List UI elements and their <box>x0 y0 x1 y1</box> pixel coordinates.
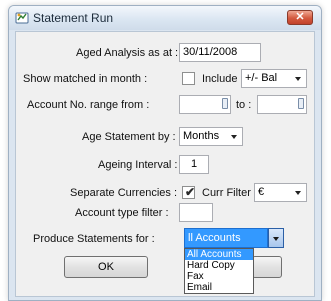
statement-run-dialog: Statement Run ✕ Aged Analysis as at : 30… <box>8 5 322 301</box>
dropdown-option-fax[interactable]: Fax <box>185 271 253 282</box>
statement-run-icon <box>15 12 29 24</box>
produce-statements-label: Produce Statements for : <box>33 233 155 245</box>
separate-currencies-checkbox[interactable]: ✔ <box>182 185 196 199</box>
include-select-value: +/- Bal <box>245 72 278 84</box>
account-range-from-lookup-icon[interactable] <box>222 98 228 109</box>
account-type-filter-field[interactable] <box>179 203 213 222</box>
include-label: Include : <box>202 73 244 85</box>
ageing-interval-label: Ageing Interval : <box>98 159 178 171</box>
dropdown-option-email[interactable]: Email <box>185 282 253 293</box>
cancel-button[interactable] <box>252 256 282 278</box>
chevron-down-icon <box>295 77 301 81</box>
account-type-filter-label: Account type filter : <box>75 207 169 219</box>
ageing-interval-field[interactable]: 1 <box>179 155 209 174</box>
age-statement-value: Months <box>183 130 220 142</box>
title-bar[interactable]: Statement Run ✕ <box>9 6 321 30</box>
aged-analysis-date-field[interactable]: 30/11/2008 <box>179 43 261 62</box>
window-title: Statement Run <box>33 11 114 25</box>
show-matched-label: Show matched in month : <box>23 73 148 85</box>
curr-filter-value: € <box>258 186 265 198</box>
chevron-down-icon <box>231 135 237 139</box>
show-matched-checkbox[interactable] <box>182 72 195 85</box>
separate-currencies-label: Separate Currencies : <box>70 187 177 199</box>
close-button[interactable]: ✕ <box>287 10 313 25</box>
include-select[interactable]: +/- Bal <box>241 69 307 88</box>
chevron-down-icon <box>273 237 279 241</box>
produce-statements-dropdown-list: All Accounts Hard Copy Fax Email <box>184 248 254 294</box>
dropdown-option-all-accounts[interactable]: All Accounts <box>185 249 253 260</box>
account-range-label: Account No. range from : <box>27 99 150 111</box>
produce-statements-select[interactable]: ll Accounts <box>184 228 284 248</box>
close-icon: ✕ <box>295 11 305 23</box>
aged-analysis-label: Aged Analysis as at : <box>76 47 179 59</box>
age-statement-label: Age Statement by : <box>82 131 176 143</box>
dropdown-option-hard-copy[interactable]: Hard Copy <box>185 260 253 271</box>
age-statement-select[interactable]: Months <box>179 127 243 146</box>
curr-filter-select[interactable]: € <box>254 183 307 202</box>
curr-filter-label: Curr Filter : <box>202 187 257 199</box>
produce-statements-dropdown-button[interactable] <box>268 228 284 248</box>
checkmark-icon: ✔ <box>185 185 196 199</box>
ok-button[interactable]: OK <box>64 256 148 278</box>
account-range-to-lookup-icon[interactable] <box>298 98 304 109</box>
to-label: to : <box>236 99 252 111</box>
chevron-down-icon <box>295 191 301 195</box>
dialog-body: Aged Analysis as at : 30/11/2008 Show ma… <box>15 31 315 297</box>
produce-statements-value: ll Accounts <box>184 228 268 248</box>
